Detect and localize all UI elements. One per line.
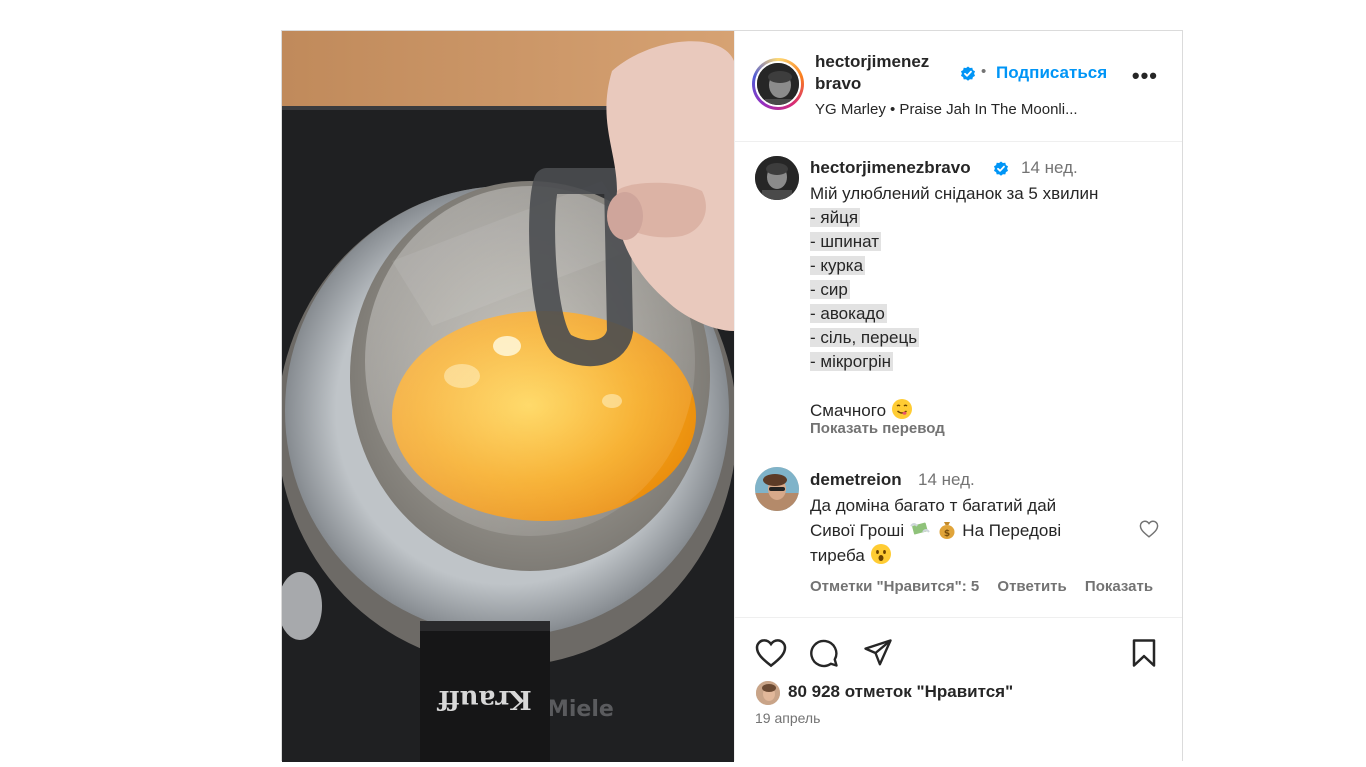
caption-title: Мій улюблений сніданок за 5 хвилин	[810, 184, 1099, 203]
caption-ingredient: - сіль, перець	[810, 328, 920, 347]
post-video[interactable]: Miele Krauff	[282, 31, 734, 762]
comment-like-heart-icon[interactable]	[1139, 520, 1159, 538]
caption-closing: Смачного	[810, 401, 887, 420]
show-translation-link[interactable]: Показать перевод	[810, 420, 945, 437]
caption-ingredient: - сир	[810, 280, 850, 299]
caption-ingredient: - курка	[810, 256, 866, 275]
header-separator-dot: •	[981, 63, 987, 80]
instagram-post: Miele Krauff hectorjimenez bravo • Подпи…	[281, 30, 1183, 762]
heart-icon[interactable]	[755, 638, 787, 668]
comment-actions: Отметки "Нравится": 5 Ответить Показать	[810, 578, 1167, 595]
post-date[interactable]: 19 апрель	[755, 710, 820, 726]
caption-ingredient: - авокадо	[810, 304, 887, 323]
post-footer: 80 928 отметок "Нравится" 19 апрель	[735, 618, 1182, 761]
comment-username[interactable]: demetreion	[810, 470, 902, 490]
follow-button[interactable]: Подписаться	[996, 63, 1107, 83]
video-frame: Miele Krauff	[282, 31, 734, 762]
author-username-line1: hectorjimenez	[815, 52, 930, 71]
stove-brand-label: Miele	[547, 697, 614, 722]
comment-line-2a: Сивої Гроші	[810, 521, 905, 540]
likes-count[interactable]: 80 928 отметок "Нравится"	[788, 682, 1013, 702]
author-avatar-story-ring[interactable]	[752, 58, 804, 110]
comment-likes-count[interactable]: Отметки "Нравится": 5	[810, 578, 979, 595]
caption-text: Мій улюблений сніданок за 5 хвилин - яйц…	[810, 182, 1098, 422]
yum-face-emoji-icon	[891, 399, 912, 419]
comment-text: Да доміна багато т багатий дай Сивої Гро…	[810, 494, 1130, 568]
liker-avatar[interactable]	[755, 680, 781, 706]
caption-verified-badge-icon	[994, 161, 1008, 176]
author-avatar	[755, 61, 801, 107]
comment-icon[interactable]	[809, 638, 839, 668]
verified-badge-icon	[961, 66, 975, 81]
commenter-avatar[interactable]	[755, 467, 799, 511]
bookmark-icon[interactable]	[1131, 638, 1157, 668]
comments-section: hectorjimenezbravo 14 нед. Мій улюблений…	[735, 142, 1182, 618]
caption-time[interactable]: 14 нед.	[1021, 158, 1078, 178]
surprised-face-emoji-icon	[870, 544, 891, 564]
caption-ingredient: - шпинат	[810, 232, 881, 251]
post-header: hectorjimenez bravo • Подписаться ••• YG…	[735, 31, 1182, 142]
author-username[interactable]: hectorjimenez bravo	[815, 51, 955, 95]
caption-author-avatar[interactable]	[755, 156, 799, 200]
money-bag-emoji-icon: $	[939, 522, 955, 539]
comment-line-1: Да доміна багато т багатий дай	[810, 496, 1057, 515]
caption-username[interactable]: hectorjimenezbravo	[810, 158, 971, 178]
author-username-line2: bravo	[815, 74, 862, 93]
caption-ingredient: - мікрогрін	[810, 352, 894, 371]
post-side-panel: hectorjimenez bravo • Подписаться ••• YG…	[734, 31, 1182, 761]
comment-line-2b: На Передові	[962, 521, 1062, 540]
more-options-button[interactable]: •••	[1132, 65, 1158, 87]
audio-track-link[interactable]: YG Marley • Praise Jah In The Moonli...	[815, 101, 1078, 118]
comment-reply-button[interactable]: Ответить	[997, 578, 1066, 595]
svg-text:$: $	[943, 529, 949, 539]
comment-time[interactable]: 14 нед.	[918, 470, 975, 490]
pan-brand-label: Krauff	[437, 684, 532, 714]
money-with-wings-emoji-icon	[910, 522, 930, 535]
caption-ingredient: - яйця	[810, 208, 861, 227]
comment-line-3: тиреба	[810, 546, 865, 565]
share-icon[interactable]	[863, 638, 893, 668]
comment-show-button[interactable]: Показать	[1085, 578, 1153, 595]
